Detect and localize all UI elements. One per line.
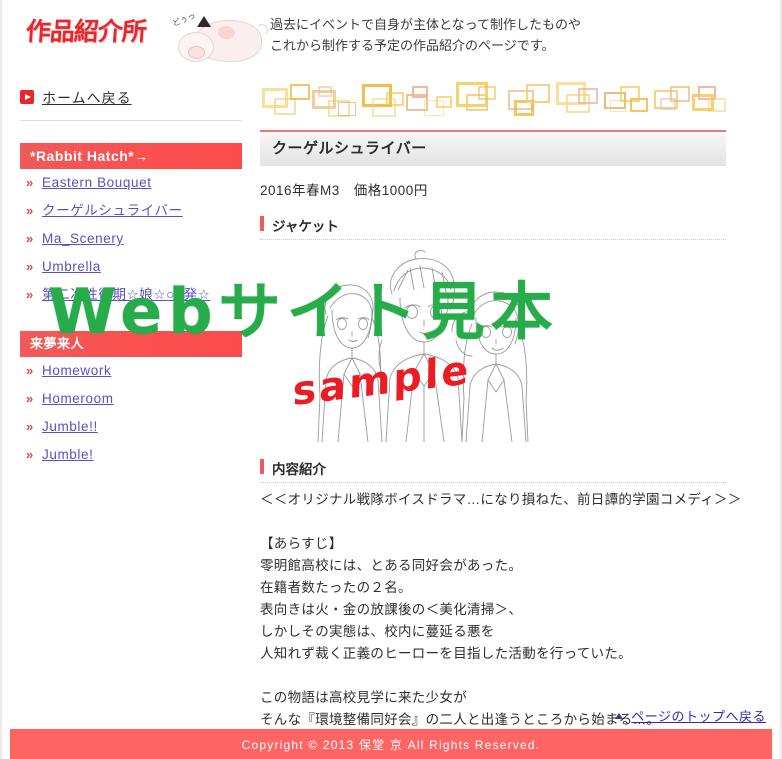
play-triangle-icon	[20, 90, 34, 104]
pig-mascot-icon: どぅっ	[171, 10, 268, 68]
back-to-top[interactable]: ページのトップへ戻る	[614, 706, 766, 725]
chevron-right-icon: »	[26, 287, 34, 302]
chevron-right-icon: »	[26, 419, 34, 434]
sidebar-item-homework[interactable]: » Homework	[20, 357, 242, 385]
decorative-square	[338, 102, 356, 116]
site-header: 作品紹介所 どぅっ 過去にイベントで自身が主体となって制作したものや これから制…	[2, 0, 780, 72]
chevron-right-icon: »	[26, 259, 34, 274]
page-root: 作品紹介所 どぅっ 過去にイベントで自身が主体となって制作したものや これから制…	[0, 0, 782, 759]
text-spacer	[260, 665, 726, 687]
sidebar: ホームへ戻る *Rabbit Hatch*→ » Eastern Bouquet…	[20, 84, 242, 469]
sidebar-item-homeroom[interactable]: » Homeroom	[20, 385, 242, 413]
decorative-square	[526, 84, 550, 103]
work-meta-info: 2016年春M3 価格1000円	[260, 183, 428, 198]
tagline-text: ＜＜オリジナル戦隊ボイスドラマ…になり損ねた、前日譚的学園コメディ＞＞	[260, 492, 742, 507]
sidebar-item-ma-scenery[interactable]: » Ma_Scenery	[20, 225, 242, 253]
work-title: クーゲルシュライバー	[260, 130, 726, 166]
main-content: クーゲルシュライバー 2016年春M3 価格1000円 ジャケット sample…	[260, 130, 742, 731]
site-logo-text: 作品紹介所	[24, 17, 147, 46]
pig-snout-shape	[188, 46, 205, 59]
decorative-square	[318, 86, 332, 97]
chevron-right-icon: »	[26, 391, 34, 406]
section-heading-content: 内容紹介	[260, 458, 726, 483]
chevron-right-icon: »	[26, 231, 34, 246]
chevron-right-icon: »	[26, 447, 34, 462]
chevron-right-icon: »	[26, 175, 34, 190]
footer: Copyright © 2013 保堂 京 All Rights Reserve…	[10, 729, 772, 759]
sidebar-link-label[interactable]: Homeroom	[42, 391, 114, 406]
sidebar-item-home[interactable]: ホームへ戻る	[20, 84, 242, 112]
synopsis-line-2: 在籍者数たったの２名。	[260, 580, 412, 595]
sidebar-link-label[interactable]: クーゲルシュライバー	[42, 203, 183, 218]
sidebar-link-label[interactable]: Jumble!!	[42, 419, 98, 434]
chevron-right-icon: »	[26, 363, 34, 378]
copyright-text: Copyright © 2013 保堂 京 All Rights Reserve…	[241, 737, 541, 752]
decorative-square	[670, 86, 690, 102]
pig-callout-text: どぅっ	[171, 10, 197, 29]
sidebar-link-label[interactable]: 第二次性徴期☆娘☆○○発☆	[42, 287, 210, 302]
synopsis-line-1: 零明館高校には、とある同好会があった。	[260, 558, 523, 573]
pig-tail-shape	[256, 24, 268, 36]
sidebar-section-header-rabbit-hatch: *Rabbit Hatch*→	[20, 143, 242, 169]
pig-cheek-shape	[218, 26, 235, 39]
decorative-square	[274, 98, 296, 115]
decorative-square	[708, 98, 726, 112]
synopsis-line-5: 人知れず裁く正義のヒーローを目指した活動を行っていた。	[260, 646, 632, 661]
synopsis-body: ＜＜オリジナル戦隊ボイスドラマ…になり損ねた、前日譚的学園コメディ＞＞ 【あらす…	[260, 489, 742, 731]
synopsis-line-3: 表向きは火・金の放課後の＜美化清掃＞、	[260, 602, 523, 617]
decorative-square	[630, 98, 648, 112]
sidebar-section-header-raimurajin: 来夢来人	[20, 331, 242, 357]
triangle-up-icon	[614, 713, 623, 719]
pig-ear-shape	[197, 16, 211, 27]
sidebar-link-label[interactable]: Jumble!	[42, 447, 93, 462]
decorative-square	[290, 84, 310, 100]
sidebar-item-second-puberty[interactable]: » 第二次性徴期☆娘☆○○発☆	[20, 281, 242, 309]
decorative-squares-banner	[260, 76, 726, 122]
decorative-square	[386, 92, 404, 106]
sidebar-item-eastern-bouquet[interactable]: » Eastern Bouquet	[20, 169, 242, 197]
chevron-right-icon: »	[26, 203, 34, 218]
home-link-label[interactable]: ホームへ戻る	[42, 88, 132, 108]
decorative-square	[412, 86, 428, 98]
jacket-illustration: sample	[260, 246, 726, 442]
decorative-square	[478, 86, 496, 100]
sidebar-item-kugelschreiber[interactable]: » クーゲルシュライバー	[20, 197, 242, 225]
sidebar-link-label[interactable]: Ma_Scenery	[42, 231, 124, 246]
sidebar-link-label[interactable]: Umbrella	[42, 259, 101, 274]
sidebar-item-jumble-1[interactable]: » Jumble!	[20, 441, 242, 469]
synopsis-line-4: しかしその実態は、校内に蔓延る悪を	[260, 624, 495, 639]
sidebar-link-label[interactable]: Eastern Bouquet	[42, 175, 152, 190]
site-logo[interactable]: 作品紹介所 どぅっ	[20, 4, 268, 70]
section-heading-jacket: ジャケット	[260, 215, 726, 240]
sidebar-divider	[20, 120, 242, 121]
site-description: 過去にイベントで自身が主体となって制作したものや これから制作する予定の作品紹介…	[270, 14, 740, 56]
text-spacer	[260, 511, 726, 533]
synopsis-label: 【あらすじ】	[260, 536, 343, 551]
back-to-top-label[interactable]: ページのトップへ戻る	[631, 709, 766, 724]
sidebar-link-label[interactable]: Homework	[42, 363, 111, 378]
pig-head-shape	[178, 32, 214, 62]
site-description-line-2: これから制作する予定の作品紹介のページです。	[270, 38, 555, 53]
site-description-line-1: 過去にイベントで自身が主体となって制作したものや	[270, 17, 581, 32]
sidebar-item-umbrella[interactable]: » Umbrella	[20, 253, 242, 281]
sidebar-item-jumble-2[interactable]: » Jumble!!	[20, 413, 242, 441]
decorative-square	[578, 88, 598, 104]
character-sketch-image	[317, 249, 529, 442]
decorative-square	[436, 96, 452, 108]
